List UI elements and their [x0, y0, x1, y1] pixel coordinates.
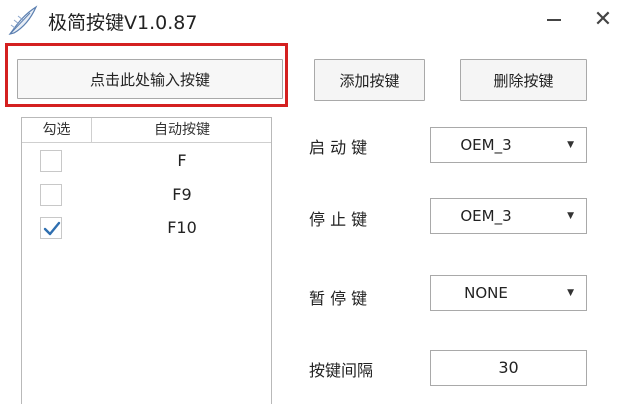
row-checkbox[interactable]	[40, 184, 62, 206]
stop-key-label: 停 止 键	[309, 210, 368, 229]
start-key-label: 启 动 键	[309, 138, 368, 157]
key-list[interactable]: 勾选 自动按键 F F9 F10	[21, 117, 272, 404]
stop-key-select[interactable]: OEM_3 ▼	[430, 198, 587, 234]
close-button[interactable]: ✕	[589, 6, 617, 34]
app-feather-icon	[6, 4, 40, 38]
row-key-label: F	[177, 151, 187, 170]
title-bar: 极简按键V1.0.87 ✕	[0, 0, 628, 42]
minimize-icon	[547, 19, 561, 21]
list-item[interactable]: F10	[22, 213, 271, 245]
list-item[interactable]: F9	[22, 180, 271, 212]
row-key-label: F9	[172, 185, 192, 204]
checkmark-icon	[43, 221, 61, 236]
dropdown-arrow-icon: ▼	[567, 288, 574, 298]
dropdown-arrow-icon: ▼	[567, 211, 574, 221]
stop-key-value: OEM_3	[460, 207, 512, 225]
column-header-check[interactable]: 勾选	[22, 118, 92, 142]
list-item[interactable]: F	[22, 146, 271, 178]
pause-key-select[interactable]: NONE ▼	[430, 275, 587, 311]
interval-input[interactable]: 30	[430, 350, 587, 386]
delete-key-button[interactable]: 删除按键	[460, 59, 587, 101]
list-header: 勾选 自动按键	[22, 118, 271, 143]
start-key-value: OEM_3	[460, 136, 512, 154]
input-key-button[interactable]: 点击此处输入按键	[17, 59, 283, 99]
row-checkbox[interactable]	[40, 150, 62, 172]
minimize-button[interactable]	[540, 6, 568, 34]
add-key-button[interactable]: 添加按键	[314, 59, 425, 101]
close-icon: ✕	[593, 7, 613, 32]
row-key-label: F10	[167, 218, 197, 237]
dropdown-arrow-icon: ▼	[567, 140, 574, 150]
window-title: 极简按键V1.0.87	[48, 12, 198, 34]
start-key-select[interactable]: OEM_3 ▼	[430, 127, 587, 163]
pause-key-value: NONE	[464, 284, 508, 302]
interval-label: 按键间隔	[309, 361, 374, 380]
pause-key-label: 暂 停 键	[309, 289, 368, 308]
row-checkbox[interactable]	[40, 217, 62, 239]
column-header-key[interactable]: 自动按键	[92, 118, 272, 142]
